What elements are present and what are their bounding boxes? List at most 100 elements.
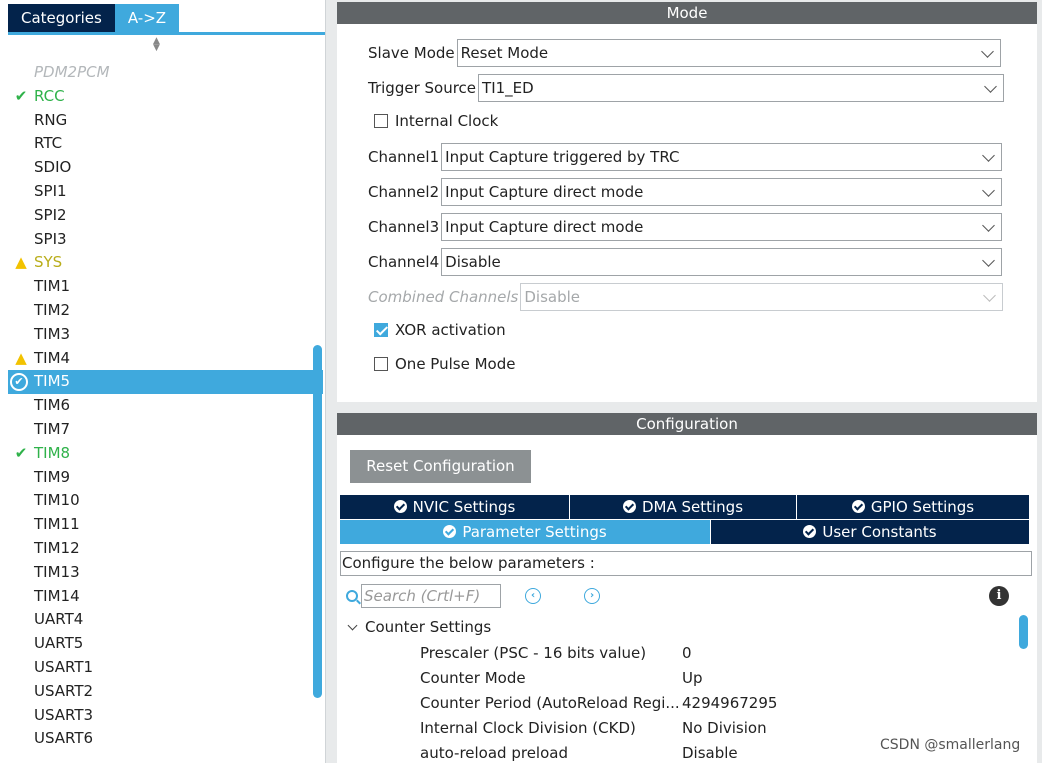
list-item-rcc[interactable]: ✔ RCC xyxy=(8,85,323,109)
list-item-tim1[interactable]: TIM1 xyxy=(8,275,323,299)
list-item-sys[interactable]: ▲ SYS xyxy=(8,251,323,275)
list-item-tim5[interactable]: ✔ TIM5 xyxy=(8,370,323,395)
list-scrollbar[interactable] xyxy=(313,345,322,698)
param-row[interactable]: Counter Period (AutoReload Regi... 42949… xyxy=(420,691,1020,716)
param-value[interactable]: Up xyxy=(682,666,703,691)
channel1-row: Channel1 Input Capture triggered by TRC xyxy=(368,143,1003,171)
slave-mode-label: Slave Mode xyxy=(368,44,455,62)
parameter-scrollbar[interactable] xyxy=(1019,615,1028,649)
list-item-tim9[interactable]: TIM9 xyxy=(8,466,323,490)
list-item-tim4[interactable]: ▲ TIM4 xyxy=(8,347,323,371)
list-item-usart1[interactable]: USART1 xyxy=(8,656,323,680)
tab-gpio-settings[interactable]: GPIO Settings xyxy=(797,495,1029,519)
param-row[interactable]: Counter Mode Up xyxy=(420,666,1020,691)
internal-clock-row[interactable]: Internal Clock xyxy=(374,110,498,132)
list-item-spi2[interactable]: SPI2 xyxy=(8,204,323,228)
channel4-select[interactable]: Disable xyxy=(441,248,1003,276)
combined-channels-row: Combined Channels Disable xyxy=(368,283,1004,311)
channel2-row: Channel2 Input Capture direct mode xyxy=(368,178,1003,206)
chevron-down-icon xyxy=(980,45,994,58)
list-item-uart4[interactable]: UART4 xyxy=(8,608,323,632)
list-item-label: TIM7 xyxy=(34,419,71,438)
internal-clock-checkbox[interactable] xyxy=(374,114,388,128)
param-name: Prescaler (PSC - 16 bits value) xyxy=(420,644,647,662)
param-value[interactable]: No Division xyxy=(682,716,767,741)
counter-settings-group[interactable]: Counter Settings xyxy=(346,616,491,638)
list-item-rng[interactable]: RNG xyxy=(8,109,323,133)
combined-channels-select[interactable]: Disable xyxy=(520,283,1004,311)
channel2-label: Channel2 xyxy=(368,183,440,201)
list-item-label: TIM11 xyxy=(34,515,80,534)
list-item-rtc[interactable]: RTC xyxy=(8,132,323,156)
list-item-usart3[interactable]: USART3 xyxy=(8,704,323,728)
slave-mode-select[interactable]: Reset Mode xyxy=(456,39,1001,67)
list-item-label: SPI1 xyxy=(34,181,67,200)
list-item-label: TIM4 xyxy=(34,348,71,367)
list-tabs: Categories A->Z xyxy=(8,4,180,32)
tab-label: NVIC Settings xyxy=(412,498,516,516)
channel4-value: Disable xyxy=(445,253,501,271)
one-pulse-mode-checkbox[interactable] xyxy=(374,357,388,371)
reset-configuration-button[interactable]: Reset Configuration xyxy=(350,450,531,483)
list-item-label: RCC xyxy=(34,86,65,105)
list-item-pdm2pcm[interactable]: PDM2PCM xyxy=(8,61,323,85)
search-input[interactable] xyxy=(361,584,501,608)
list-item-usart6[interactable]: USART6 xyxy=(8,727,323,751)
param-value[interactable]: Disable xyxy=(682,741,738,763)
tab-nvic-settings[interactable]: NVIC Settings xyxy=(340,495,569,519)
list-item-sdio[interactable]: SDIO xyxy=(8,156,323,180)
previous-result-icon[interactable]: ‹ xyxy=(525,588,541,604)
chevron-down-icon xyxy=(983,289,997,302)
check-circle-icon xyxy=(851,500,865,513)
param-row[interactable]: Prescaler (PSC - 16 bits value) 0 xyxy=(420,641,1020,666)
sort-arrows-icon[interactable]: ▲ ▼ xyxy=(153,37,160,53)
list-item-tim12[interactable]: TIM12 xyxy=(8,537,323,561)
param-name: Internal Clock Division (CKD) xyxy=(420,719,636,737)
tab-label: DMA Settings xyxy=(641,498,744,516)
list-item-tim6[interactable]: TIM6 xyxy=(8,394,323,418)
list-item-tim2[interactable]: TIM2 xyxy=(8,299,323,323)
tab-label: Parameter Settings xyxy=(462,523,607,541)
tab-categories[interactable]: Categories xyxy=(8,4,115,32)
list-item-label: SPI2 xyxy=(34,205,67,224)
check-circle-icon: ✔ xyxy=(10,373,28,392)
list-item-usart2[interactable]: USART2 xyxy=(8,680,323,704)
info-icon[interactable]: i xyxy=(989,586,1009,606)
xor-activation-checkbox[interactable] xyxy=(374,323,388,337)
mode-header: Mode xyxy=(337,2,1037,24)
channel3-select[interactable]: Input Capture direct mode xyxy=(441,213,1003,241)
list-item-spi3[interactable]: SPI3 xyxy=(8,228,323,252)
tab-user-constants[interactable]: User Constants xyxy=(711,520,1029,544)
list-item-tim3[interactable]: TIM3 xyxy=(8,323,323,347)
slave-mode-value: Reset Mode xyxy=(460,44,549,62)
channel4-row: Channel4 Disable xyxy=(368,248,1003,276)
internal-clock-label: Internal Clock xyxy=(395,112,499,130)
list-item-tim10[interactable]: TIM10 xyxy=(8,489,323,513)
channel4-label: Channel4 xyxy=(368,253,440,271)
one-pulse-mode-row[interactable]: One Pulse Mode xyxy=(374,353,515,375)
check-circle-icon xyxy=(803,525,817,538)
next-result-icon[interactable]: › xyxy=(584,588,600,604)
list-item-spi1[interactable]: SPI1 xyxy=(8,180,323,204)
tab-a-to-z[interactable]: A->Z xyxy=(114,4,180,32)
chevron-down-icon xyxy=(982,184,996,197)
tab-label: GPIO Settings xyxy=(870,498,975,516)
list-item-tim13[interactable]: TIM13 xyxy=(8,561,323,585)
param-value[interactable]: 0 xyxy=(682,641,692,666)
list-item-label: TIM2 xyxy=(34,300,71,319)
list-item-uart5[interactable]: UART5 xyxy=(8,632,323,656)
channel2-select[interactable]: Input Capture direct mode xyxy=(441,178,1003,206)
tab-dma-settings[interactable]: DMA Settings xyxy=(570,495,796,519)
list-item-label: UART5 xyxy=(34,634,84,653)
list-item-tim7[interactable]: TIM7 xyxy=(8,418,323,442)
list-item-label: TIM1 xyxy=(34,277,71,296)
tab-parameter-settings[interactable]: Parameter Settings xyxy=(340,520,710,544)
xor-activation-row[interactable]: XOR activation xyxy=(374,319,506,341)
trigger-source-select[interactable]: TI1_ED xyxy=(478,74,1005,102)
param-value[interactable]: 4294967295 xyxy=(682,691,777,716)
list-item-tim14[interactable]: TIM14 xyxy=(8,585,323,609)
combined-channels-value: Disable xyxy=(524,288,581,306)
list-item-tim11[interactable]: TIM11 xyxy=(8,513,323,537)
channel1-select[interactable]: Input Capture triggered by TRC xyxy=(441,143,1003,171)
list-item-tim8[interactable]: ✔ TIM8 xyxy=(8,442,323,466)
